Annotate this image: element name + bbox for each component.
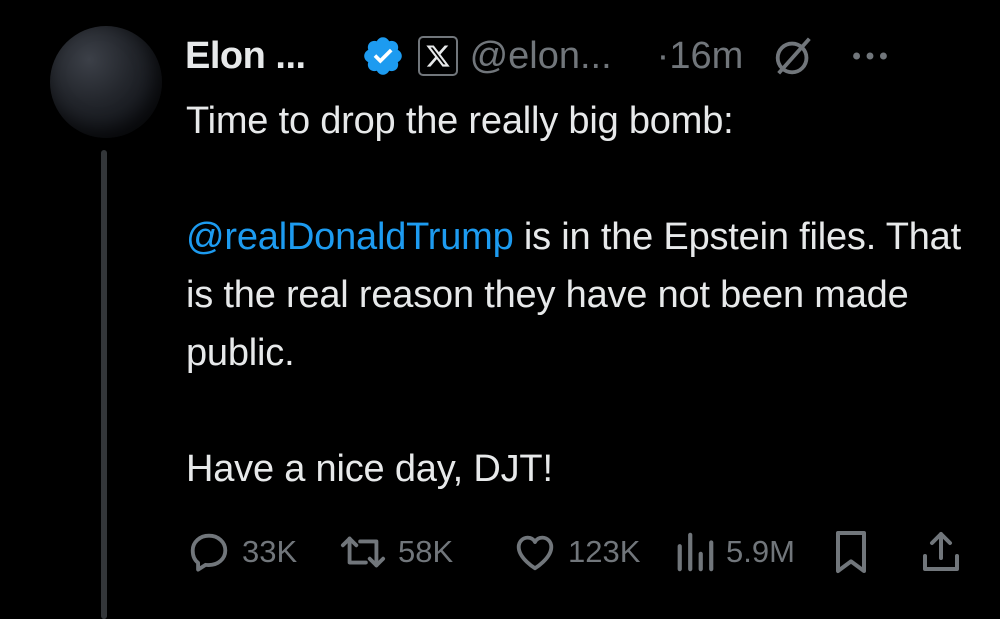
share-icon — [919, 528, 963, 576]
views-button[interactable]: 5.9M — [674, 529, 829, 575]
avatar[interactable] — [50, 26, 162, 138]
bookmark-icon — [829, 528, 873, 576]
share-button[interactable] — [919, 528, 963, 576]
more-options-icon[interactable] — [847, 33, 893, 79]
tweet-actions: 33K 58K 123K 5.9M — [186, 522, 970, 582]
repost-count: 58K — [398, 534, 454, 569]
tweet-text-line1: Time to drop the really big bomb: — [186, 100, 734, 142]
timestamp[interactable]: 16m — [669, 26, 743, 86]
reply-button[interactable]: 33K — [186, 529, 336, 575]
reply-icon — [186, 529, 232, 575]
tweet-header: Elon ... @elon... · 16m — [185, 26, 980, 86]
author-name[interactable]: Elon ... — [185, 26, 306, 86]
like-button[interactable]: 123K — [512, 529, 674, 575]
tweet-text: Time to drop the really big bomb: @realD… — [186, 92, 966, 498]
reply-count: 33K — [242, 534, 298, 569]
timestamp-separator: · — [656, 35, 670, 77]
heart-icon — [512, 529, 558, 575]
bookmark-button[interactable] — [829, 528, 919, 576]
views-count: 5.9M — [726, 534, 795, 569]
views-chart-icon — [674, 529, 716, 575]
tweet-text-body: @realDonaldTrump is in the Epstein files… — [186, 208, 966, 382]
tweet-text-closing: Have a nice day, DJT! — [186, 448, 553, 490]
repost-icon — [338, 529, 388, 575]
like-count: 123K — [568, 534, 641, 569]
grok-icon[interactable] — [771, 33, 817, 79]
verified-badge-icon[interactable] — [361, 34, 405, 78]
x-logo-icon[interactable] — [417, 36, 458, 76]
mention-link[interactable]: @realDonaldTrump — [186, 216, 514, 258]
thread-line — [101, 150, 107, 619]
author-handle[interactable]: @elon... — [470, 26, 612, 86]
repost-button[interactable]: 58K — [338, 529, 512, 575]
